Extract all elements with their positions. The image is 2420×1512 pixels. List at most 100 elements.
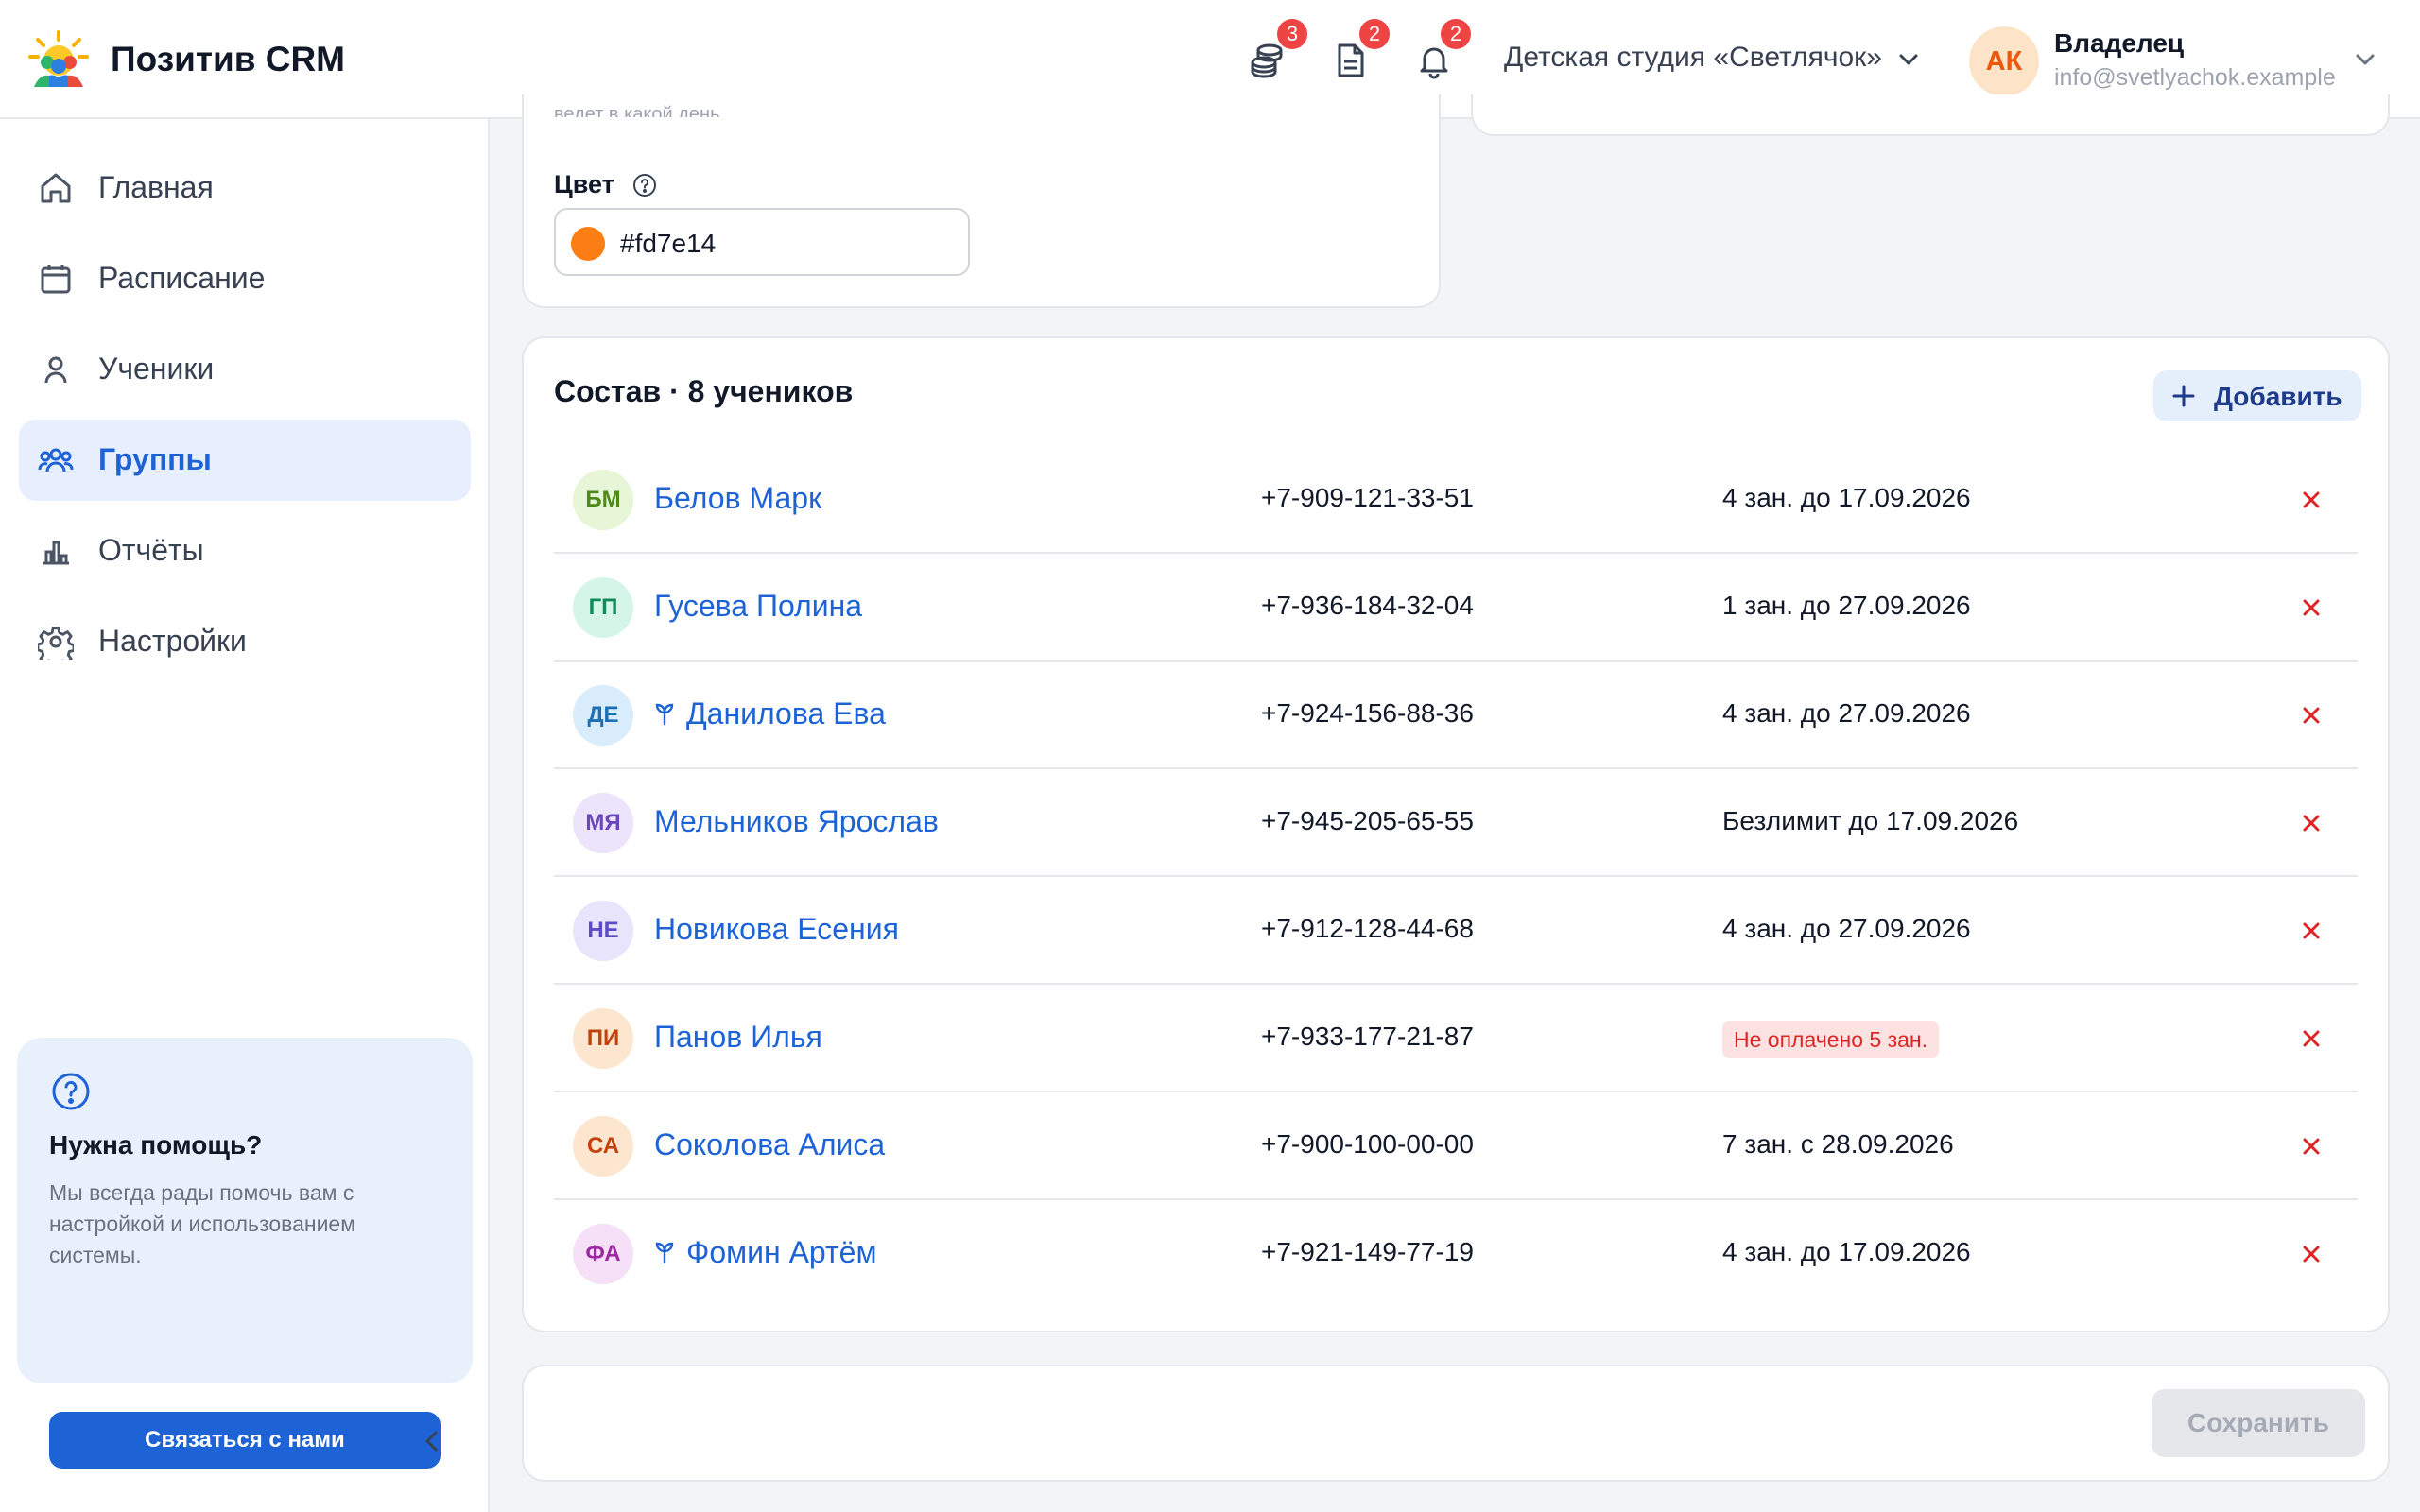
save-bar: Сохранить (522, 1365, 2390, 1482)
help-circle-icon (52, 1073, 90, 1110)
student-name-text: Белов Марк (654, 481, 822, 515)
field-hint: ведет в какой день (554, 104, 720, 117)
remove-icon[interactable] (2297, 593, 2325, 622)
sidebar-item-label: Расписание (98, 261, 266, 295)
student-name-text: Новикова Есения (654, 912, 899, 946)
student-name-text: Гусева Полина (654, 589, 863, 623)
student-avatar: ДЕ (573, 685, 633, 746)
student-avatar: СА (573, 1116, 633, 1177)
document-icon[interactable] (1332, 42, 1370, 79)
user-icon (44, 356, 67, 384)
sidebar-item-groups[interactable]: Группы (19, 420, 471, 501)
student-name-link[interactable]: Данилова Ева (654, 696, 886, 731)
student-phone: +7-912-128-44-68 (1261, 914, 1474, 943)
student-name-link[interactable]: Панов Илья (654, 1020, 822, 1055)
subscription-info: 7 зан. с 28.09.2026 (1722, 1129, 1954, 1159)
sidebar-item-label: Ученики (98, 352, 215, 386)
group-settings-card (522, 94, 1441, 308)
subscription-info: 4 зан. до 27.09.2026 (1722, 698, 1971, 728)
user-email: info@svetlyachok.example (2054, 64, 2336, 91)
student-name-text: Панов Илья (654, 1020, 822, 1054)
color-field[interactable]: #fd7e14 (554, 208, 970, 276)
student-avatar: ГП (573, 577, 633, 638)
remove-icon[interactable] (2297, 1024, 2325, 1053)
student-avatar: БМ (573, 470, 633, 530)
table-row[interactable]: ПИ Панов Илья +7-933-177-21-87 Не оплачено … (554, 985, 2358, 1092)
unpaid-badge: Не оплачено 5 зан. (1722, 1021, 1940, 1058)
sidebar-item-home[interactable]: Главная (19, 147, 471, 229)
sidebar-item-label: Отчёты (98, 533, 204, 567)
subscription-info: 4 зан. до 27.09.2026 (1722, 914, 1971, 943)
chart-icon (43, 541, 69, 565)
chevron-down-icon[interactable] (1896, 47, 1921, 72)
student-name-text: Мельников Ярослав (654, 804, 939, 838)
coins-badge: 3 (1277, 19, 1307, 49)
add-student-button[interactable]: Добавить (2153, 370, 2361, 421)
student-name-link[interactable]: Белов Марк (654, 481, 821, 516)
remove-icon[interactable] (2297, 917, 2325, 945)
subscription-info: 1 зан. до 27.09.2026 (1722, 591, 1971, 620)
calendar-icon (41, 265, 71, 294)
student-name-link[interactable]: Фомин Артём (654, 1235, 876, 1270)
sidebar-item-schedule[interactable]: Расписание (19, 238, 471, 319)
remove-icon[interactable] (2297, 1240, 2325, 1268)
table-row[interactable]: МЯ Мельников Ярослав +7-945-205-65-55 Безли… (554, 769, 2358, 877)
sidebar-item-label: Группы (98, 442, 212, 476)
help-icon[interactable] (631, 172, 658, 198)
table-row[interactable]: БМ Белов Марк +7-909-121-33-51 4 зан. до 17… (554, 446, 2358, 554)
student-avatar: НЕ (573, 901, 633, 961)
bell-badge: 2 (1441, 19, 1471, 49)
color-value: #fd7e14 (620, 229, 717, 258)
side-card (1471, 94, 2390, 136)
chevron-down-icon[interactable] (2353, 47, 2377, 72)
subscription-info: 4 зан. до 17.09.2026 (1722, 1237, 1971, 1266)
remove-icon[interactable] (2297, 701, 2325, 730)
student-name-text: Фомин Артём (686, 1235, 877, 1269)
contact-button[interactable]: Связаться с нами (49, 1412, 441, 1469)
chevron-left-icon[interactable] (416, 1425, 448, 1457)
users-icon (38, 448, 74, 472)
roster-card: Состав · 8 учеников Добавить БМ Белов Мар… (522, 336, 2390, 1332)
save-button[interactable]: Сохранить (2152, 1389, 2365, 1457)
help-title: Нужна помощь? (49, 1130, 263, 1160)
logo-icon[interactable] (26, 28, 91, 91)
student-name-link[interactable]: Соколова Алиса (654, 1127, 885, 1162)
table-row[interactable]: СА Соколова Алиса +7-900-100-00-00 7 зан. с… (554, 1092, 2358, 1200)
sidebar-item-label: Главная (98, 170, 214, 204)
remove-icon[interactable] (2297, 486, 2325, 514)
student-phone: +7-936-184-32-04 (1261, 591, 1474, 620)
student-name-link[interactable]: Мельников Ярослав (654, 804, 939, 839)
studio-selector[interactable]: Детская студия «Светлячок» (1504, 42, 1882, 74)
remove-icon[interactable] (2297, 809, 2325, 837)
student-avatar: ФА (573, 1224, 633, 1284)
subscription-info: Безлимит до 17.09.2026 (1722, 806, 2019, 835)
sidebar-item-students[interactable]: Ученики (19, 329, 471, 410)
coins-icon[interactable] (1249, 42, 1287, 79)
remove-icon[interactable] (2297, 1132, 2325, 1160)
user-role: Владелец (2054, 28, 2185, 58)
table-row[interactable]: НЕ Новикова Есения +7-912-128-44-68 4 зан. … (554, 877, 2358, 985)
sprout-icon (655, 703, 674, 726)
student-name-text: Соколова Алиса (654, 1127, 886, 1161)
color-label: Цвет (554, 170, 614, 198)
student-phone: +7-945-205-65-55 (1261, 806, 1474, 835)
sidebar-item-reports[interactable]: Отчёты (19, 510, 471, 592)
color-swatch[interactable] (571, 227, 605, 261)
student-phone: +7-933-177-21-87 (1261, 1022, 1474, 1051)
table-row[interactable]: ДЕ Данилова Ева +7-924-156-88-36 4 зан. до … (554, 662, 2358, 769)
gear-icon (38, 627, 74, 660)
table-row[interactable]: ГП Гусева Полина +7-936-184-32-04 1 зан. до… (554, 554, 2358, 662)
student-avatar: ПИ (573, 1008, 633, 1069)
student-name-link[interactable]: Гусева Полина (654, 589, 862, 624)
home-icon (41, 173, 71, 203)
student-phone: +7-900-100-00-00 (1261, 1129, 1474, 1159)
bell-icon[interactable] (1415, 42, 1453, 79)
sidebar-item-settings[interactable]: Настройки (19, 601, 471, 682)
student-name-link[interactable]: Новикова Есения (654, 912, 899, 947)
table-row[interactable]: ФА Фомин Артём +7-921-149-77-19 4 зан. до 1… (554, 1200, 2358, 1308)
sidebar: Главная Расписание Ученики Группы Отчёты… (0, 119, 490, 1512)
sidebar-item-label: Настройки (98, 624, 247, 658)
student-phone: +7-921-149-77-19 (1261, 1237, 1474, 1266)
user-avatar[interactable]: АК (1969, 26, 2039, 96)
document-badge: 2 (1359, 19, 1390, 49)
